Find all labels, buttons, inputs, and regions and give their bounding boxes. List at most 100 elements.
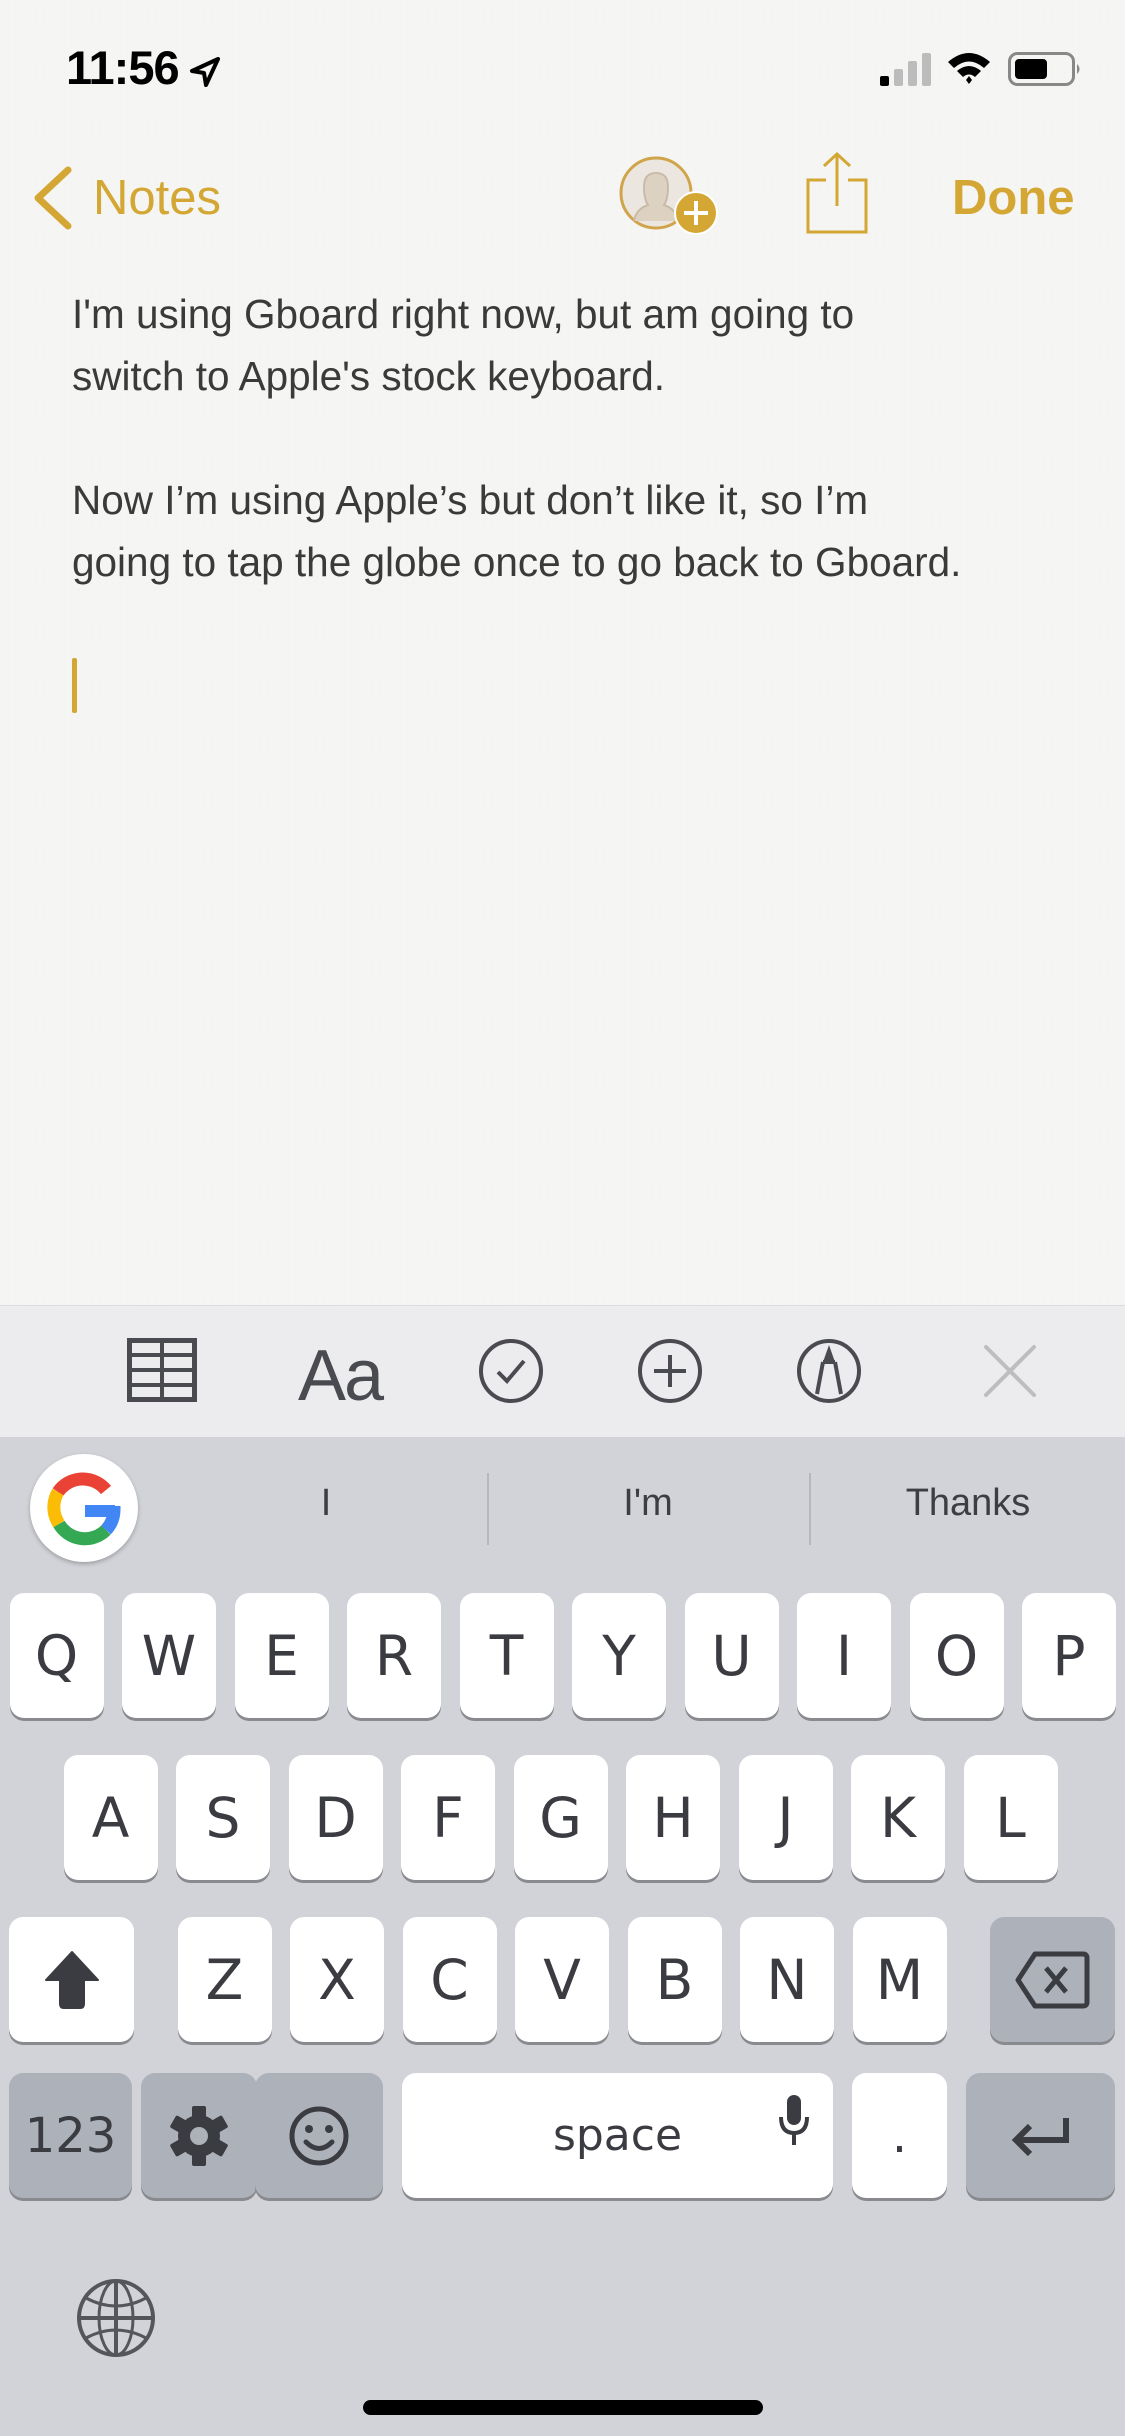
- space-key-label: space: [552, 2110, 683, 2161]
- key-label: G: [539, 1785, 582, 1850]
- numbers-key[interactable]: 123: [9, 2073, 132, 2198]
- plus-circle-icon[interactable]: [635, 1336, 705, 1406]
- signal-bar: [908, 61, 917, 86]
- key-c[interactable]: C: [402, 1917, 497, 2042]
- key-x[interactable]: X: [290, 1917, 384, 2042]
- return-key[interactable]: [966, 2073, 1115, 2198]
- key-i[interactable]: I: [797, 1593, 891, 1718]
- status-time: 11:56: [66, 41, 180, 94]
- signal-bar: [894, 69, 903, 86]
- key-label: F: [432, 1785, 464, 1850]
- note-paragraph-1: I'm using Gboard right now, but am going…: [72, 283, 1072, 407]
- emoji-key[interactable]: [255, 2073, 383, 2198]
- key-g[interactable]: G: [513, 1755, 608, 1880]
- key-f[interactable]: F: [401, 1755, 495, 1880]
- key-label: Z: [205, 1947, 244, 2012]
- key-label: T: [489, 1623, 524, 1688]
- shift-key[interactable]: [9, 1917, 134, 2042]
- key-label: Y: [602, 1623, 636, 1688]
- key-a[interactable]: A: [63, 1755, 158, 1880]
- key-label: E: [264, 1623, 299, 1688]
- google-g-icon: [47, 1472, 121, 1546]
- back-button-notes[interactable]: Notes: [93, 170, 221, 226]
- key-label: H: [652, 1785, 694, 1850]
- signal-bar: [922, 53, 931, 86]
- wifi-icon: [948, 53, 990, 84]
- note-line: switch to Apple's stock keyboard.: [72, 353, 666, 399]
- numbers-key-label: 123: [24, 2107, 117, 2164]
- key-label: I: [835, 1623, 853, 1688]
- note-line: going to tap the globe once to go back t…: [72, 539, 962, 585]
- signal-icon: [880, 53, 931, 86]
- key-label: M: [875, 1947, 924, 2012]
- key-label: X: [318, 1947, 356, 2012]
- text-format-button[interactable]: Aa: [298, 1335, 384, 1417]
- key-label: A: [91, 1785, 130, 1850]
- key-u[interactable]: U: [684, 1593, 779, 1718]
- key-label: V: [543, 1947, 581, 2012]
- table-icon[interactable]: [127, 1338, 197, 1402]
- key-o[interactable]: O: [909, 1593, 1004, 1718]
- key-w[interactable]: W: [122, 1593, 216, 1718]
- add-person-icon[interactable]: [618, 155, 722, 237]
- home-indicator[interactable]: [363, 2400, 763, 2415]
- backspace-key[interactable]: [990, 1917, 1115, 2042]
- key-label: B: [655, 1947, 694, 2012]
- location-arrow-icon: [190, 57, 220, 87]
- suggestion-1[interactable]: I: [176, 1482, 476, 1525]
- key-label: D: [314, 1785, 357, 1850]
- key-label: R: [374, 1623, 414, 1688]
- close-icon[interactable]: [982, 1343, 1038, 1399]
- shift-arrow-icon: [44, 1950, 99, 2009]
- settings-key[interactable]: [141, 2073, 257, 2198]
- back-chevron-icon[interactable]: [30, 164, 74, 232]
- suggestion-3[interactable]: Thanks: [818, 1482, 1118, 1525]
- key-v[interactable]: V: [515, 1917, 609, 2042]
- key-e[interactable]: E: [234, 1593, 329, 1718]
- emoji-icon: [289, 2106, 349, 2165]
- key-label: J: [777, 1785, 794, 1850]
- key-label: N: [766, 1947, 808, 2012]
- text-cursor: [72, 658, 77, 713]
- key-r[interactable]: R: [347, 1593, 441, 1718]
- note-paragraph-2: Now I’m using Apple’s but don’t like it,…: [72, 469, 1072, 593]
- key-label: K: [879, 1785, 917, 1850]
- signal-bar: [880, 76, 889, 86]
- note-line: Now I’m using Apple’s but don’t like it,…: [72, 477, 869, 523]
- key-k[interactable]: K: [851, 1755, 945, 1880]
- key-p[interactable]: P: [1022, 1593, 1116, 1718]
- key-t[interactable]: T: [459, 1593, 554, 1718]
- backspace-icon: [1015, 1951, 1089, 2008]
- key-label: L: [995, 1785, 1026, 1850]
- key-q[interactable]: Q: [9, 1593, 104, 1718]
- checklist-icon[interactable]: [476, 1336, 546, 1406]
- key-z[interactable]: Z: [177, 1917, 272, 2042]
- key-l[interactable]: L: [963, 1755, 1058, 1880]
- globe-icon[interactable]: [76, 2278, 156, 2358]
- gear-icon: [170, 2105, 228, 2166]
- done-button[interactable]: Done: [952, 170, 1075, 226]
- microphone-icon[interactable]: [778, 2093, 810, 2147]
- key-s[interactable]: S: [176, 1755, 270, 1880]
- key-j[interactable]: J: [738, 1755, 833, 1880]
- key-label: P: [1052, 1623, 1086, 1688]
- battery-icon: [1008, 52, 1080, 86]
- period-key-label: .: [891, 2107, 908, 2164]
- key-m[interactable]: M: [852, 1917, 947, 2042]
- key-d[interactable]: D: [288, 1755, 383, 1880]
- key-y[interactable]: Y: [572, 1593, 666, 1718]
- suggestion-divider: [809, 1473, 811, 1545]
- google-button[interactable]: [30, 1454, 138, 1562]
- suggestion-2[interactable]: I'm: [498, 1482, 798, 1525]
- period-key[interactable]: .: [852, 2073, 947, 2198]
- key-b[interactable]: B: [627, 1917, 722, 2042]
- note-body[interactable]: I'm using Gboard right now, but am going…: [72, 283, 1072, 593]
- markup-pen-icon[interactable]: [794, 1336, 864, 1406]
- key-n[interactable]: N: [740, 1917, 834, 2042]
- share-icon[interactable]: [804, 150, 870, 236]
- key-h[interactable]: H: [626, 1755, 720, 1880]
- key-label: S: [205, 1785, 241, 1850]
- space-key[interactable]: space: [402, 2073, 833, 2198]
- key-label: O: [934, 1623, 979, 1688]
- note-line: I'm using Gboard right now, but am going…: [72, 291, 855, 337]
